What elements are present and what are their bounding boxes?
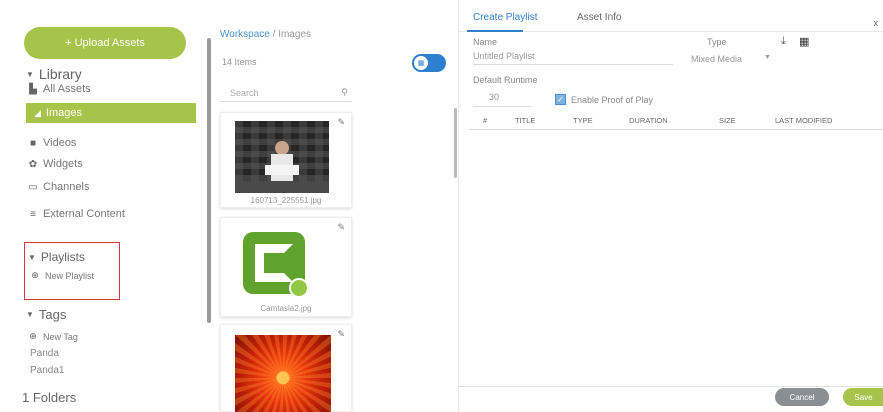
new-tag-link[interactable]: ⊕ New Tag bbox=[28, 331, 78, 342]
video-icon: ■ bbox=[29, 137, 37, 149]
sidebar-item-label: Videos bbox=[43, 137, 77, 149]
column-header[interactable]: # bbox=[483, 116, 487, 125]
caret-down-icon: ▼ bbox=[26, 310, 34, 319]
sidebar-item-label: External Content bbox=[43, 208, 125, 220]
asset-name: 160713_225551.jpg bbox=[250, 196, 322, 205]
plus-circle-icon: ⊕ bbox=[29, 331, 37, 341]
breadcrumb: Workspace / Images bbox=[220, 29, 311, 40]
chevron-down-icon[interactable]: ▼ bbox=[764, 54, 771, 61]
asset-tile[interactable]: ✎ bbox=[220, 324, 352, 412]
playlists-label: Playlists bbox=[40, 250, 85, 264]
asset-name: Camtasia2.jpg bbox=[260, 304, 312, 313]
sidebar-item-label: Widgets bbox=[43, 158, 83, 170]
playlist-panel: Create Playlist Asset Info x Name Untitl… bbox=[458, 0, 883, 412]
caret-down-icon: ▼ bbox=[28, 252, 36, 262]
grid-icon[interactable]: ▦ bbox=[799, 35, 809, 48]
name-field-underline bbox=[473, 64, 673, 65]
plus-circle-icon: ⊕ bbox=[31, 270, 39, 280]
new-tag-label: New Tag bbox=[43, 331, 78, 342]
column-header[interactable]: LAST MODIFIED bbox=[775, 116, 832, 125]
tab-create-playlist[interactable]: Create Playlist bbox=[473, 12, 537, 23]
tab-asset-info[interactable]: Asset Info bbox=[577, 12, 621, 23]
asset-scrollbar[interactable] bbox=[454, 108, 457, 178]
search-input[interactable]: Search ⚲ bbox=[220, 84, 352, 102]
new-playlist-label: New Playlist bbox=[45, 270, 95, 281]
type-select[interactable]: Mixed Media bbox=[691, 54, 742, 64]
active-tab-indicator bbox=[467, 30, 523, 32]
search-icon: ⚲ bbox=[341, 87, 348, 97]
close-icon[interactable]: x bbox=[874, 18, 879, 28]
folders-section-header[interactable]: 1 Folders bbox=[22, 390, 76, 405]
asset-tile[interactable]: ✎ Camtasia2.jpg bbox=[220, 217, 352, 317]
tags-label: Tags bbox=[38, 307, 67, 322]
file-icon: ▙ bbox=[29, 83, 37, 95]
column-header[interactable]: SIZE bbox=[719, 116, 736, 125]
playlist-table-header: # TITLE TYPE DURATION SIZE LAST MODIFIED bbox=[469, 110, 883, 130]
type-label: Type bbox=[707, 37, 727, 47]
asset-thumbnail bbox=[235, 121, 329, 193]
caret-down-icon: ▼ bbox=[26, 69, 34, 79]
channel-icon: ▭ bbox=[28, 181, 38, 193]
tag-item[interactable]: Panda1 bbox=[30, 365, 64, 376]
tag-item[interactable]: Panda bbox=[30, 348, 59, 359]
runtime-field[interactable]: 30 bbox=[489, 92, 499, 102]
sidebar-item-all-assets[interactable]: ▙ All Assets bbox=[28, 83, 91, 95]
save-button[interactable]: Save bbox=[843, 388, 883, 406]
breadcrumb-workspace[interactable]: Workspace bbox=[220, 29, 270, 40]
asset-tile[interactable]: ✎ 160713_225551.jpg bbox=[220, 112, 352, 208]
panel-tabs: Create Playlist Asset Info x bbox=[459, 10, 883, 32]
sidebar-item-label: Channels bbox=[43, 181, 90, 193]
sidebar-item-external-content[interactable]: ≡ External Content bbox=[28, 208, 125, 220]
folders-label: 1 Folders bbox=[22, 390, 77, 405]
breadcrumb-current: Images bbox=[278, 29, 311, 40]
camtasia-icon bbox=[243, 232, 309, 298]
grid-view-icon: ▦ bbox=[414, 56, 428, 70]
new-playlist-link[interactable]: ⊕ New Playlist bbox=[30, 270, 94, 281]
upload-icon[interactable]: ⤓ bbox=[781, 35, 786, 48]
search-placeholder: Search bbox=[230, 87, 259, 98]
breadcrumb-separator: / bbox=[272, 29, 276, 40]
sidebar-item-images[interactable]: ◢ Images bbox=[26, 103, 196, 123]
external-content-icon: ≡ bbox=[30, 208, 36, 220]
edit-icon[interactable]: ✎ bbox=[337, 222, 345, 233]
edit-icon[interactable]: ✎ bbox=[337, 117, 345, 128]
runtime-label: Default Runtime bbox=[473, 75, 538, 85]
widget-icon: ✿ bbox=[28, 158, 38, 170]
name-field[interactable]: Untitled Playlist bbox=[473, 51, 535, 61]
column-header[interactable]: DURATION bbox=[629, 116, 668, 125]
app-root: + Upload Assets ▼ Library ▙ All Assets ◢… bbox=[0, 0, 883, 412]
item-count: 14 Items bbox=[222, 57, 257, 67]
edit-icon[interactable]: ✎ bbox=[337, 329, 345, 340]
column-header[interactable]: TYPE bbox=[573, 116, 593, 125]
asset-column: Workspace / Images 14 Items ▦ Search ⚲ ✎… bbox=[214, 0, 457, 412]
sidebar-scrollbar[interactable] bbox=[207, 38, 211, 323]
view-toggle[interactable]: ▦ bbox=[412, 54, 446, 72]
name-label: Name bbox=[473, 37, 498, 47]
upload-assets-button[interactable]: + Upload Assets bbox=[24, 27, 186, 59]
runtime-field-underline bbox=[473, 106, 531, 107]
sidebar-item-channels[interactable]: ▭ Channels bbox=[28, 181, 89, 193]
playlists-section-header[interactable]: ▼ Playlists bbox=[28, 250, 85, 264]
cancel-button[interactable]: Cancel bbox=[775, 388, 829, 406]
library-section-header[interactable]: ▼ Library bbox=[26, 66, 82, 82]
proof-of-play-label: Enable Proof of Play bbox=[571, 95, 654, 105]
image-icon: ◢ bbox=[34, 107, 41, 118]
library-label: Library bbox=[38, 66, 82, 82]
sidebar-item-label: All Assets bbox=[43, 83, 91, 95]
column-header[interactable]: TITLE bbox=[515, 116, 535, 125]
tags-section-header[interactable]: ▼ Tags bbox=[26, 307, 66, 322]
sidebar-item-label: Images bbox=[45, 107, 82, 119]
proof-of-play-checkbox[interactable]: ✓ bbox=[555, 94, 566, 105]
sidebar-item-videos[interactable]: ■ Videos bbox=[28, 137, 76, 149]
sidebar-item-widgets[interactable]: ✿ Widgets bbox=[28, 158, 83, 170]
sidebar: + Upload Assets ▼ Library ▙ All Assets ◢… bbox=[0, 0, 208, 412]
asset-thumbnail bbox=[235, 335, 331, 412]
